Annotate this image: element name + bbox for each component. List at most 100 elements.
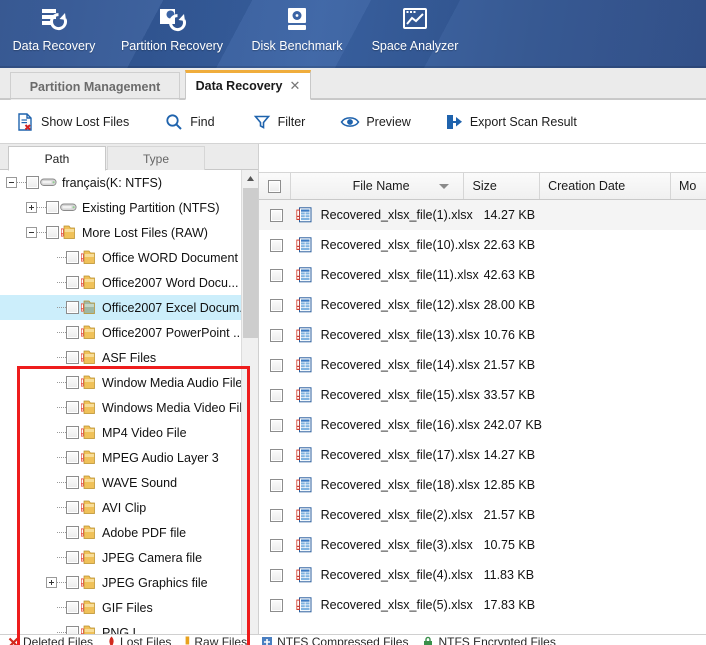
tree-node-checkbox[interactable] — [66, 576, 79, 589]
row-checkbox[interactable] — [269, 418, 283, 432]
tree-scrollbar[interactable] — [241, 170, 259, 645]
tree-expander-toggle[interactable] — [26, 227, 37, 238]
tree-node[interactable]: Office2007 PowerPoint ... — [0, 320, 241, 345]
row-select-cell[interactable] — [259, 598, 294, 612]
tree-node-checkbox[interactable] — [66, 376, 79, 389]
column-header-creation-date[interactable]: Creation Date — [540, 173, 671, 199]
tree-node-checkbox[interactable] — [66, 276, 79, 289]
tree-node-checkbox[interactable] — [66, 426, 79, 439]
tree-node-checkbox[interactable] — [66, 326, 79, 339]
row-checkbox[interactable] — [269, 358, 283, 372]
mode-partition-recovery[interactable]: Partition Recovery — [106, 0, 238, 62]
mode-space-analyzer[interactable]: Space Analyzer — [356, 0, 474, 62]
tree-node-checkbox[interactable] — [46, 201, 59, 214]
tree-node[interactable]: Windows Media Video File — [0, 395, 241, 420]
tab-path[interactable]: Path — [8, 146, 106, 171]
tree-node-checkbox[interactable] — [66, 351, 79, 364]
tree-node-checkbox[interactable] — [26, 176, 39, 189]
row-checkbox[interactable] — [269, 208, 283, 222]
file-list-rows[interactable]: Recovered_xlsx_file(1).xlsx 14.27 KB Recov… — [259, 200, 706, 645]
row-select-cell[interactable] — [259, 298, 294, 312]
tree-node-checkbox[interactable] — [66, 401, 79, 414]
tree-node-checkbox[interactable] — [66, 501, 79, 514]
row-checkbox[interactable] — [269, 328, 283, 342]
row-checkbox[interactable] — [269, 568, 283, 582]
tree-node[interactable]: français(K: NTFS) — [0, 170, 241, 195]
find-button[interactable]: Find — [163, 108, 215, 136]
column-header-size[interactable]: Size — [464, 173, 541, 199]
table-row[interactable]: Recovered_xlsx_file(12).xlsx 28.00 KB — [259, 290, 706, 320]
row-select-cell[interactable] — [259, 538, 294, 552]
tree-expander-toggle[interactable] — [26, 202, 37, 213]
row-select-cell[interactable] — [259, 508, 294, 522]
select-all-checkbox[interactable] — [267, 179, 281, 193]
row-checkbox[interactable] — [269, 538, 283, 552]
row-select-cell[interactable] — [259, 238, 294, 252]
table-row[interactable]: Recovered_xlsx_file(3).xlsx 10.75 KB — [259, 530, 706, 560]
tree-node[interactable]: Adobe PDF file — [0, 520, 241, 545]
row-select-cell[interactable] — [259, 328, 294, 342]
tree-node[interactable]: ASF Files — [0, 345, 241, 370]
table-row[interactable]: Recovered_xlsx_file(11).xlsx 42.63 KB — [259, 260, 706, 290]
table-row[interactable]: Recovered_xlsx_file(5).xlsx 17.83 KB — [259, 590, 706, 620]
row-select-cell[interactable] — [259, 208, 294, 222]
tree-node[interactable]: Office2007 Word Docu... — [0, 270, 241, 295]
tree-node[interactable]: Office WORD Document — [0, 245, 241, 270]
row-select-cell[interactable] — [259, 478, 294, 492]
export-scan-result-button[interactable]: Export Scan Result — [443, 108, 577, 136]
tree-node-checkbox[interactable] — [66, 601, 79, 614]
show-lost-files-button[interactable]: Show Lost Files — [14, 108, 129, 136]
tab-type[interactable]: Type — [107, 146, 205, 170]
row-select-cell[interactable] — [259, 358, 294, 372]
table-row[interactable]: Recovered_xlsx_file(4).xlsx 11.83 KB — [259, 560, 706, 590]
tree-node-checkbox[interactable] — [46, 226, 59, 239]
row-checkbox[interactable] — [269, 598, 283, 612]
tab-partition-management[interactable]: Partition Management — [10, 72, 180, 100]
table-row[interactable]: Recovered_xlsx_file(17).xlsx 14.27 KB — [259, 440, 706, 470]
partition-tree[interactable]: français(K: NTFS) Existing Partition (NTF… — [0, 170, 241, 645]
row-checkbox[interactable] — [269, 478, 283, 492]
tree-node[interactable]: MPEG Audio Layer 3 — [0, 445, 241, 470]
tree-node-checkbox[interactable] — [66, 551, 79, 564]
table-row[interactable]: Recovered_xlsx_file(13).xlsx 10.76 KB — [259, 320, 706, 350]
table-row[interactable]: Recovered_xlsx_file(14).xlsx 21.57 KB — [259, 350, 706, 380]
column-header-file-name[interactable]: File Name — [291, 173, 465, 199]
row-checkbox[interactable] — [269, 508, 283, 522]
tree-expander-toggle[interactable] — [6, 177, 17, 188]
row-select-cell[interactable] — [259, 418, 294, 432]
scroll-up-icon[interactable] — [242, 170, 259, 187]
close-icon[interactable]: ✕ — [289, 78, 300, 94]
table-row[interactable]: Recovered_xlsx_file(18).xlsx 12.85 KB — [259, 470, 706, 500]
tree-expander-toggle[interactable] — [46, 577, 57, 588]
mode-data-recovery[interactable]: Data Recovery — [2, 0, 106, 62]
tab-data-recovery[interactable]: Data Recovery ✕ — [185, 70, 311, 100]
preview-button[interactable]: Preview — [339, 108, 411, 136]
table-row[interactable]: Recovered_xlsx_file(2).xlsx 21.57 KB — [259, 500, 706, 530]
tree-node-checkbox[interactable] — [66, 251, 79, 264]
row-checkbox[interactable] — [269, 388, 283, 402]
tree-node-checkbox[interactable] — [66, 451, 79, 464]
table-row[interactable]: Recovered_xlsx_file(15).xlsx 33.57 KB — [259, 380, 706, 410]
column-header-modification-date[interactable]: Mo — [671, 173, 706, 199]
tree-node[interactable]: AVI Clip — [0, 495, 241, 520]
tree-node[interactable]: MP4 Video File — [0, 420, 241, 445]
table-row[interactable]: Recovered_xlsx_file(1).xlsx 14.27 KB — [259, 200, 706, 230]
scrollbar-thumb[interactable] — [243, 188, 258, 338]
table-row[interactable]: Recovered_xlsx_file(10).xlsx 22.63 KB — [259, 230, 706, 260]
row-select-cell[interactable] — [259, 388, 294, 402]
tree-node[interactable]: GIF Files — [0, 595, 241, 620]
tree-node[interactable]: Existing Partition (NTFS) — [0, 195, 241, 220]
tree-node-checkbox[interactable] — [66, 526, 79, 539]
row-select-cell[interactable] — [259, 568, 294, 582]
row-checkbox[interactable] — [269, 448, 283, 462]
tree-node[interactable]: JPEG Graphics file — [0, 570, 241, 595]
row-select-cell[interactable] — [259, 268, 294, 282]
mode-disk-benchmark[interactable]: Disk Benchmark — [238, 0, 356, 62]
row-checkbox[interactable] — [269, 268, 283, 282]
tree-node[interactable]: Office2007 Excel Docum... — [0, 295, 241, 320]
select-all-header[interactable] — [259, 173, 291, 199]
row-checkbox[interactable] — [269, 238, 283, 252]
filter-button[interactable]: Filter — [251, 108, 305, 136]
tree-node[interactable]: Window Media Audio File — [0, 370, 241, 395]
tree-node[interactable]: WAVE Sound — [0, 470, 241, 495]
